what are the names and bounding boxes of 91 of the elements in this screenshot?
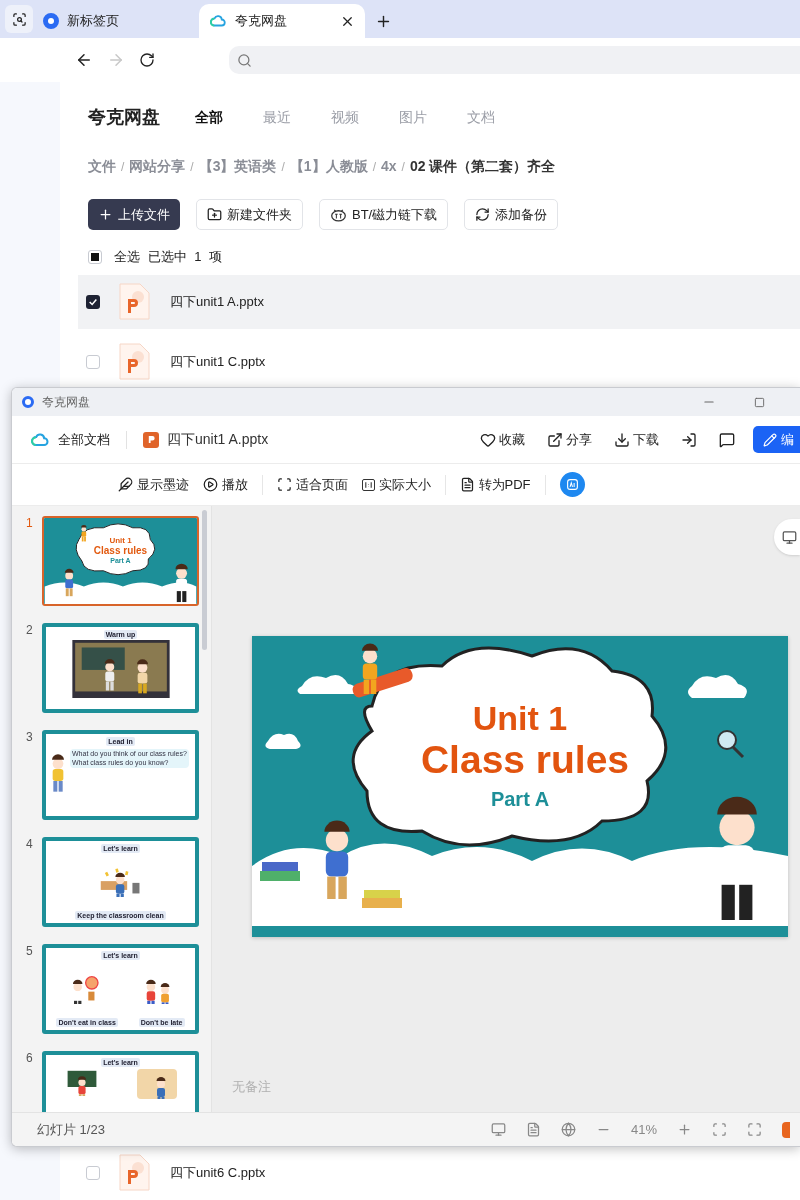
- fit-page-icon: [276, 477, 292, 492]
- play-icon: [202, 477, 218, 492]
- action-button[interactable]: 新建文件夹: [196, 199, 303, 230]
- slide-part: Part A: [490, 787, 550, 812]
- bt-icon: [330, 207, 347, 222]
- breadcrumb-separator: /: [372, 158, 376, 176]
- screen-icon: [782, 529, 797, 545]
- browser-tab[interactable]: 夸克网盘: [199, 4, 365, 38]
- toolbar-button[interactable]: 显示墨迹: [117, 474, 189, 495]
- toolbar-button[interactable]: 适合页面: [276, 474, 348, 495]
- breadcrumb-separator: /: [190, 158, 194, 176]
- globe-icon[interactable]: [560, 1122, 576, 1137]
- slide-number: 5: [26, 944, 34, 958]
- slide-subtitle: Class rules: [93, 545, 148, 556]
- app-logo-icon: [22, 396, 34, 408]
- checkbox[interactable]: [88, 249, 102, 264]
- toolbar-button[interactable]: 收藏: [480, 429, 525, 450]
- checkbox[interactable]: [86, 1165, 100, 1180]
- toolbar-button[interactable]: 转为PDF: [459, 474, 531, 495]
- slide-counter: 幻灯片 1/23: [37, 1120, 106, 1139]
- selection-count: 已选中 1 项: [148, 248, 222, 266]
- reload-icon[interactable]: [139, 52, 155, 68]
- slide-title: Unit 1: [109, 536, 132, 545]
- breadcrumb-separator: /: [121, 158, 125, 176]
- tab-label: 夸克网盘: [235, 12, 288, 31]
- pptx-file-icon: [118, 342, 150, 381]
- actual-size-icon: [361, 478, 375, 491]
- breadcrumb-separator: /: [281, 158, 285, 176]
- check-icon: [88, 296, 98, 307]
- browser-tab[interactable]: 新标签页: [33, 4, 199, 38]
- side-tool-button[interactable]: [774, 519, 800, 555]
- pptx-file-icon: [118, 282, 150, 321]
- ai-assistant-button[interactable]: [559, 472, 585, 497]
- notes-icon[interactable]: [525, 1122, 541, 1137]
- checkbox[interactable]: [86, 354, 100, 369]
- file-row[interactable]: 四下unit6 C.pptx: [78, 1145, 800, 1200]
- sidebar-toggle-icon[interactable]: [5, 5, 33, 33]
- file-name: 四下unit1 C.pptx: [170, 352, 266, 371]
- file-row[interactable]: 四下unit1 A.pptx: [78, 274, 800, 329]
- nav-tab[interactable]: 全部: [195, 106, 263, 128]
- breadcrumb-separator: /: [401, 158, 405, 176]
- fit-icon[interactable]: [712, 1122, 727, 1137]
- select-all-label: 全选: [114, 248, 140, 266]
- slideshow-icon[interactable]: [490, 1122, 506, 1137]
- download-icon: [614, 431, 630, 448]
- search-icon: [237, 52, 252, 68]
- pdf-icon: [459, 477, 475, 492]
- back-icon[interactable]: [75, 51, 93, 69]
- zoom-level: 41%: [630, 1120, 657, 1139]
- sync-icon: [475, 207, 491, 222]
- slide-number: 2: [26, 623, 34, 637]
- file-name: 四下unit6 C.pptx: [170, 1163, 266, 1182]
- slide-subtitle: Class rules: [420, 738, 630, 782]
- all-docs-link[interactable]: 全部文档: [58, 429, 110, 450]
- app-title: 夸克网盘: [88, 105, 160, 129]
- action-button[interactable]: BT/磁力链下载: [319, 199, 449, 230]
- document-name: 四下unit1 A.pptx: [167, 430, 270, 449]
- ai-icon: [565, 478, 579, 491]
- file-name: 四下unit1 A.pptx: [170, 292, 264, 311]
- slide-number: 6: [26, 1051, 34, 1065]
- heart-icon: [480, 431, 496, 448]
- toolbar-button[interactable]: 实际大小: [361, 474, 431, 495]
- slide-number: 3: [26, 730, 34, 744]
- feather-icon: [117, 477, 133, 492]
- slide-number: 4: [26, 837, 34, 851]
- window-title: 夸克网盘: [42, 394, 91, 411]
- maximize-icon[interactable]: [754, 396, 765, 408]
- share-icon: [547, 431, 563, 448]
- zoom-in-icon[interactable]: [677, 1122, 692, 1137]
- toolbar-button[interactable]: 下载: [614, 429, 659, 450]
- checkbox[interactable]: [86, 294, 100, 309]
- tab-label: 新标签页: [67, 12, 120, 31]
- pptx-icon: [143, 431, 159, 448]
- action-button[interactable]: 添加备份: [464, 199, 559, 230]
- file-row[interactable]: 四下unit1 C.pptx: [78, 334, 800, 389]
- browser-logo-icon: [43, 13, 59, 29]
- breadcrumb-current: 02 课件（第二套）齐全: [409, 157, 556, 176]
- folder-plus-icon: [207, 207, 222, 222]
- plus-icon: [98, 207, 113, 222]
- pencil-icon: [763, 432, 777, 447]
- toolbar-button[interactable]: 播放: [202, 474, 248, 495]
- fullscreen-icon[interactable]: [747, 1122, 762, 1137]
- scrollbar-thumb[interactable]: [202, 510, 207, 650]
- edit-button[interactable]: 编: [753, 426, 800, 453]
- upload-button[interactable]: 上传文件: [88, 199, 180, 230]
- slide-number: 1: [26, 516, 34, 530]
- forward-icon[interactable]: [107, 51, 125, 69]
- slide-title: Unit 1: [472, 698, 568, 738]
- menu-icon[interactable]: [782, 1121, 790, 1138]
- pptx-file-icon: [118, 1153, 150, 1192]
- toolbar-button[interactable]: 分享: [547, 429, 592, 450]
